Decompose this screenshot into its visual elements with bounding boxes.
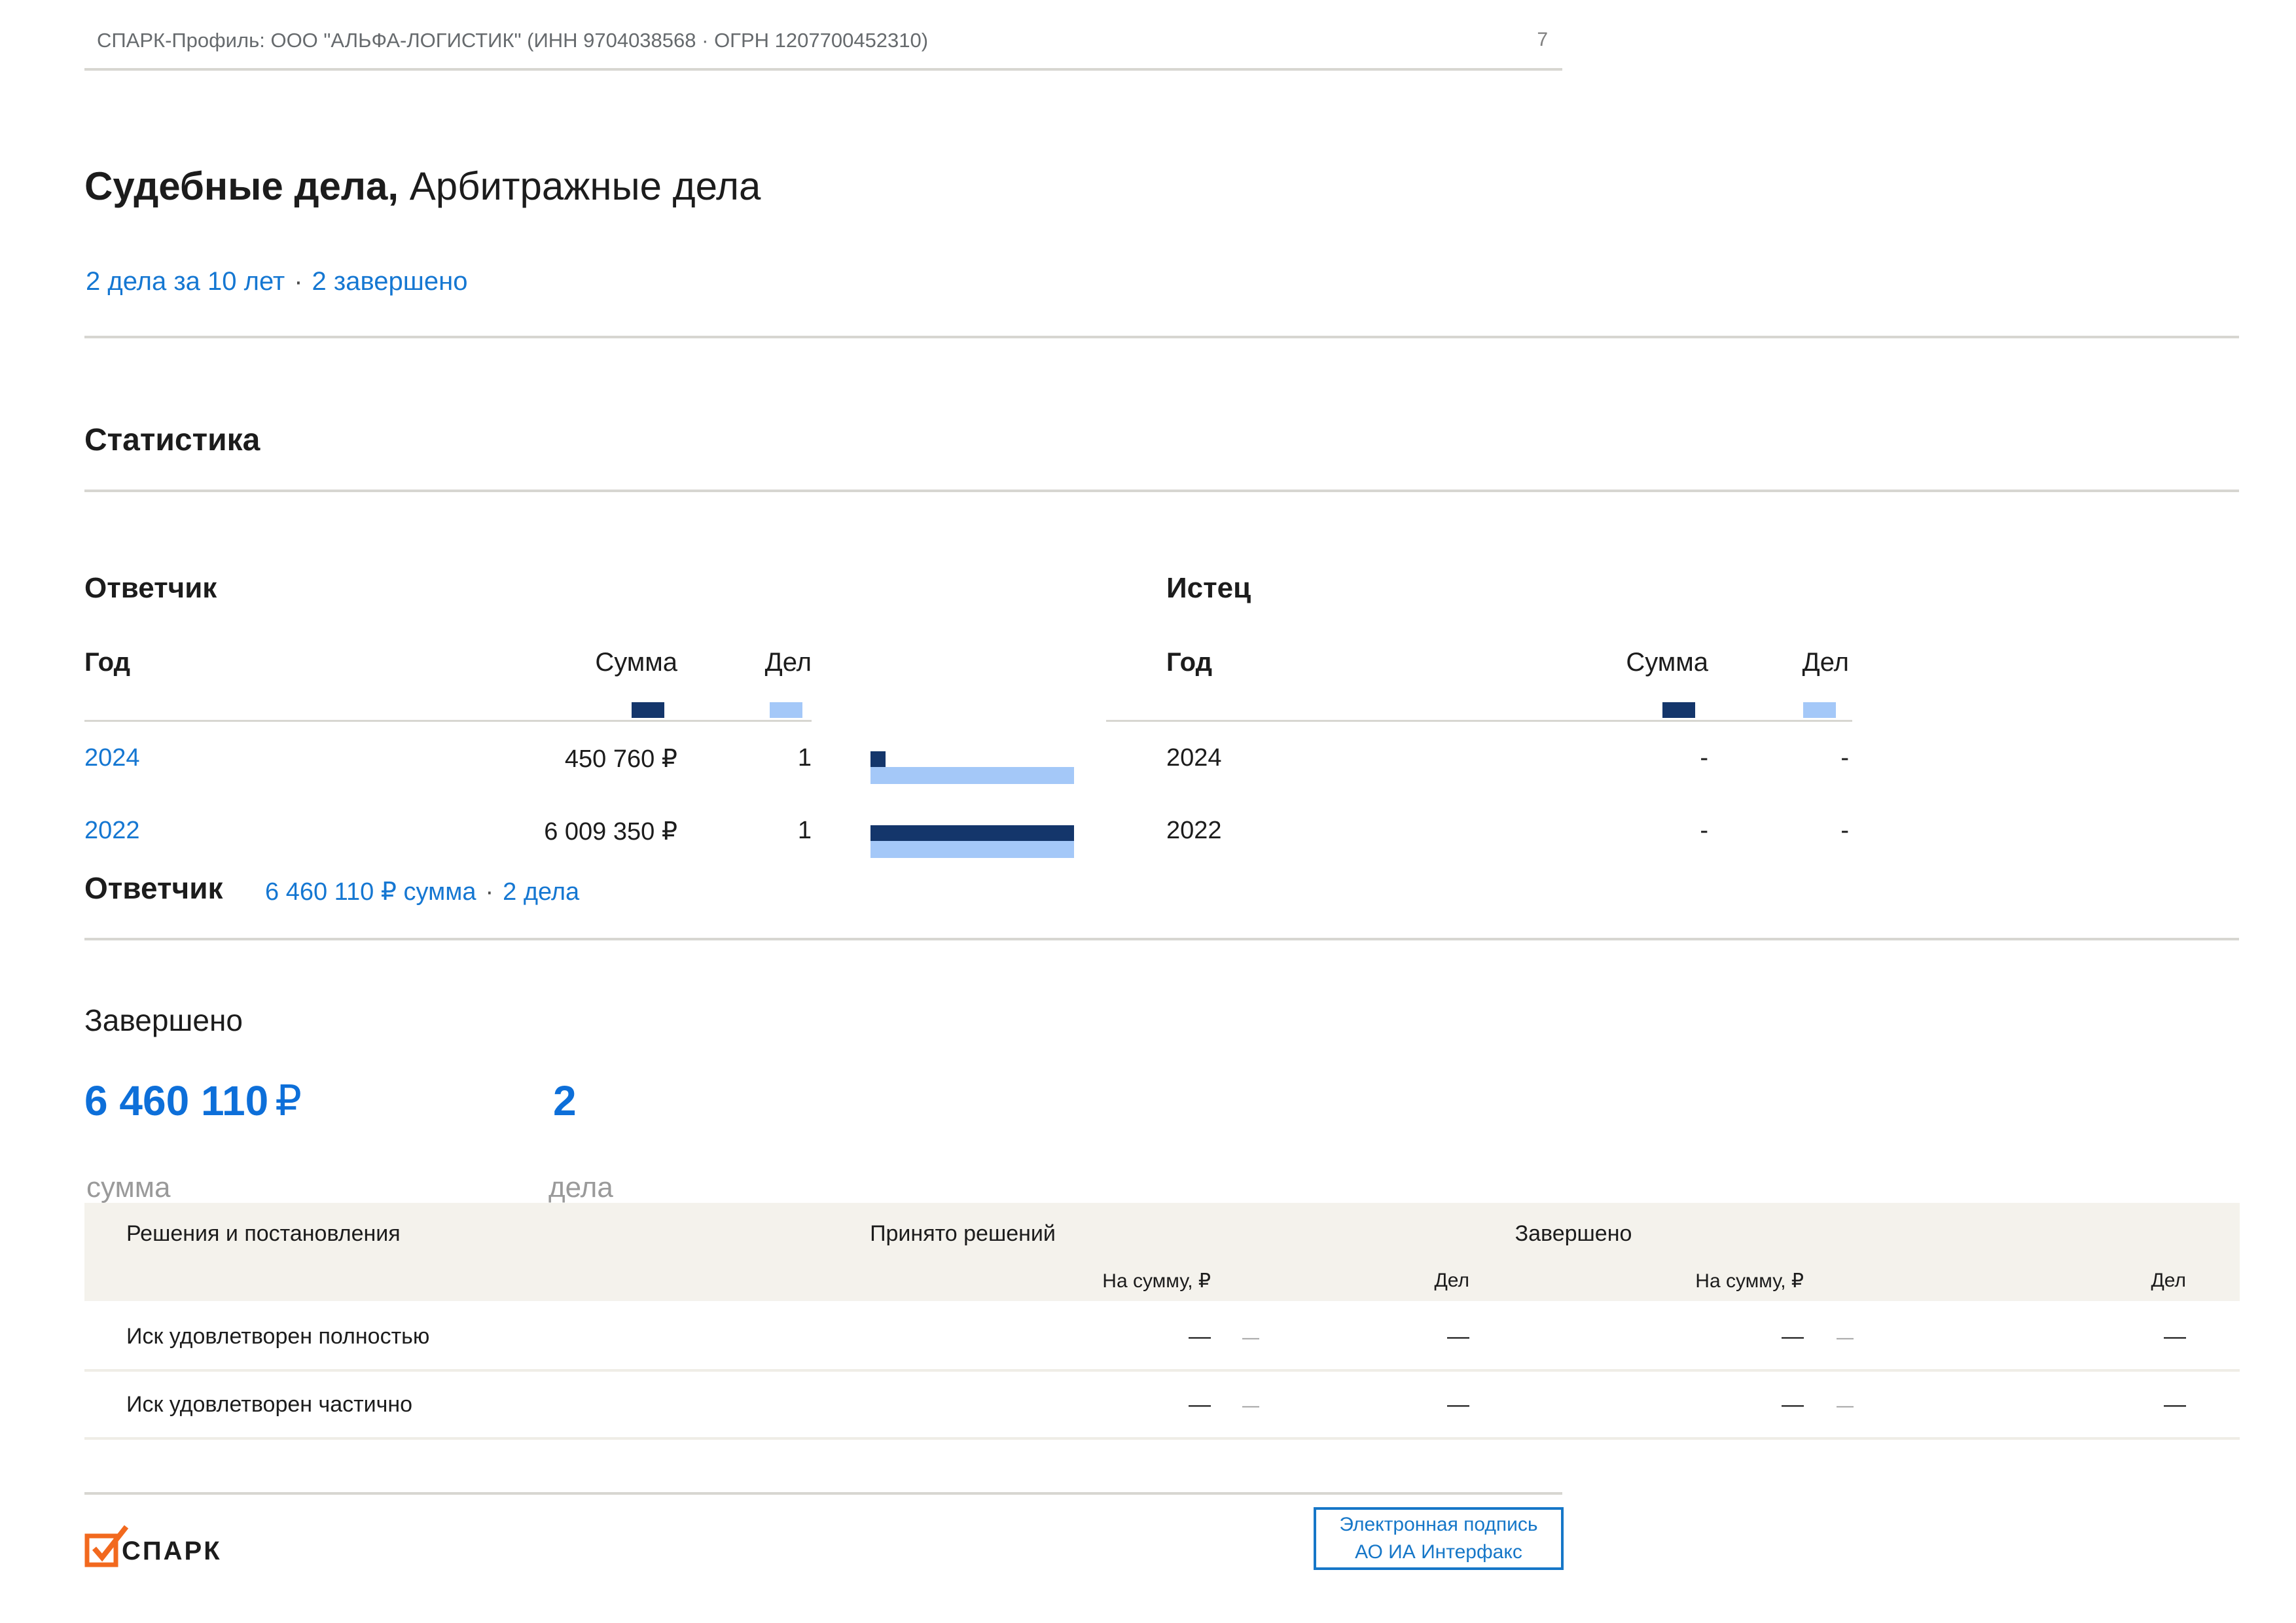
section-divider-top bbox=[84, 336, 2239, 338]
plaintiff-year: 2022 bbox=[1166, 817, 1222, 845]
link-separator-dot: · bbox=[294, 267, 302, 296]
plaintiff-sum-value: - bbox=[1548, 817, 1708, 845]
sum-legend-swatch bbox=[1662, 702, 1695, 718]
decisions-col-label: Решения и постановления bbox=[126, 1221, 401, 1247]
finished-cases-value: 2 bbox=[553, 1077, 577, 1125]
spark-logo-text: СПАРК bbox=[122, 1537, 222, 1566]
plaintiff-col-year: Год bbox=[1166, 648, 1212, 677]
defendant-year-link[interactable]: 2022 bbox=[84, 817, 140, 845]
plaintiff-table-heading: Истец bbox=[1166, 572, 1251, 605]
link-separator-dot: · bbox=[485, 878, 493, 906]
plaintiff-table-divider bbox=[1106, 720, 1852, 722]
cases-legend-swatch bbox=[770, 702, 802, 718]
cases-bar-2022 bbox=[870, 841, 1074, 858]
plaintiff-year: 2024 bbox=[1166, 744, 1222, 772]
signature-line1: Электронная подпись bbox=[1316, 1511, 1561, 1539]
decision-sum-subdash: — bbox=[1837, 1395, 1854, 1416]
plaintiff-sum-value: - bbox=[1548, 744, 1708, 772]
decision-sum-dash: — bbox=[1014, 1392, 1211, 1418]
statistics-heading: Статистика bbox=[84, 422, 260, 458]
decision-sum-subdash: — bbox=[1837, 1327, 1854, 1347]
defendant-col-year: Год bbox=[84, 648, 130, 677]
plaintiff-cases-value: - bbox=[1751, 744, 1849, 772]
finished-sum-value: 6 460 110 bbox=[84, 1077, 268, 1124]
footer-divider bbox=[84, 1492, 1562, 1495]
decision-cases-dash: — bbox=[1338, 1324, 1469, 1349]
decision-sum-subdash: — bbox=[1242, 1395, 1259, 1416]
decision-sum-subdash: — bbox=[1242, 1327, 1259, 1347]
electronic-signature-button[interactable]: Электронная подпись АО ИА Интерфакс bbox=[1314, 1507, 1564, 1570]
spark-report-page: СПАРК-Профиль: ООО "АЛЬФА-ЛОГИСТИК" (ИНН… bbox=[0, 0, 2296, 1623]
finished-cases-label: дела bbox=[548, 1171, 613, 1204]
decision-cases-dash: — bbox=[2055, 1324, 2186, 1349]
finished-sum-label: сумма bbox=[86, 1171, 170, 1204]
table-bottom-separator bbox=[84, 1437, 2240, 1440]
plaintiff-col-cases: Дел bbox=[1751, 648, 1849, 677]
decisions-sub-cases-accepted: Дел bbox=[1338, 1270, 1469, 1292]
sum-legend-swatch bbox=[632, 702, 664, 718]
defendant-col-cases: Дел bbox=[713, 648, 812, 677]
defendant-total-links: 6 460 110 ₽ сумма · 2 дела bbox=[265, 877, 579, 906]
page-number: 7 bbox=[1492, 29, 1548, 51]
defendant-col-sum: Сумма bbox=[517, 648, 677, 677]
cases-finished-link[interactable]: 2 завершено bbox=[312, 267, 468, 296]
decision-row-label: Иск удовлетворен частично bbox=[126, 1392, 412, 1418]
plaintiff-cases-value: - bbox=[1751, 817, 1849, 845]
sum-bar-2022 bbox=[870, 825, 1074, 841]
cases-legend-swatch bbox=[1803, 702, 1836, 718]
decision-cases-dash: — bbox=[2055, 1392, 2186, 1418]
decisions-sub-sum-accepted: На сумму, ₽ bbox=[1014, 1270, 1211, 1293]
document-header-title: СПАРК-Профиль: ООО "АЛЬФА-ЛОГИСТИК" (ИНН… bbox=[97, 29, 928, 52]
cases-summary-links: 2 дела за 10 лет · 2 завершено bbox=[86, 267, 467, 296]
defendant-table-divider bbox=[84, 720, 812, 722]
decision-sum-dash: — bbox=[1607, 1324, 1804, 1349]
decisions-sub-sum-finished: На сумму, ₽ bbox=[1607, 1270, 1804, 1293]
header-divider bbox=[84, 68, 1562, 71]
plaintiff-col-sum: Сумма bbox=[1548, 648, 1708, 677]
page-title-bold: Судебные дела, bbox=[84, 164, 399, 208]
decision-sum-dash: — bbox=[1014, 1324, 1211, 1349]
row-separator bbox=[84, 1369, 2240, 1372]
totals-divider bbox=[84, 938, 2239, 940]
defendant-total-cases-link[interactable]: 2 дела bbox=[503, 878, 579, 906]
decisions-group-finished: Завершено bbox=[1443, 1221, 1704, 1247]
cases-bar-2024 bbox=[870, 767, 1074, 784]
ruble-sign: ₽ bbox=[275, 1077, 302, 1124]
defendant-table-heading: Ответчик bbox=[84, 572, 217, 605]
decision-cases-dash: — bbox=[1338, 1392, 1469, 1418]
signature-line2: АО ИА Интерфакс bbox=[1316, 1539, 1561, 1566]
sum-bar-2024 bbox=[870, 751, 886, 767]
defendant-total-sum-link[interactable]: 6 460 110 ₽ сумма bbox=[265, 878, 476, 906]
cases-total-link[interactable]: 2 дела за 10 лет bbox=[86, 267, 285, 296]
finished-heading: Завершено bbox=[84, 1003, 243, 1038]
decisions-group-accepted: Принято решений bbox=[832, 1221, 1094, 1247]
page-title: Судебные дела, Арбитражные дела bbox=[84, 164, 761, 209]
defendant-sum-value: 6 009 350 ₽ bbox=[458, 817, 677, 846]
page-title-regular: Арбитражные дела bbox=[399, 164, 761, 208]
finished-sum: 6 460 110₽ bbox=[84, 1077, 302, 1126]
defendant-cases-value: 1 bbox=[713, 744, 812, 772]
decision-sum-dash: — bbox=[1607, 1392, 1804, 1418]
decisions-sub-cases-finished: Дел bbox=[2055, 1270, 2186, 1292]
defendant-year-link[interactable]: 2024 bbox=[84, 744, 140, 772]
decision-row-label: Иск удовлетворен полностью bbox=[126, 1324, 429, 1349]
defendant-sum-value: 450 760 ₽ bbox=[458, 744, 677, 774]
defendant-cases-value: 1 bbox=[713, 817, 812, 845]
defendant-total-heading: Ответчик bbox=[84, 870, 223, 906]
statistics-divider bbox=[84, 490, 2239, 492]
